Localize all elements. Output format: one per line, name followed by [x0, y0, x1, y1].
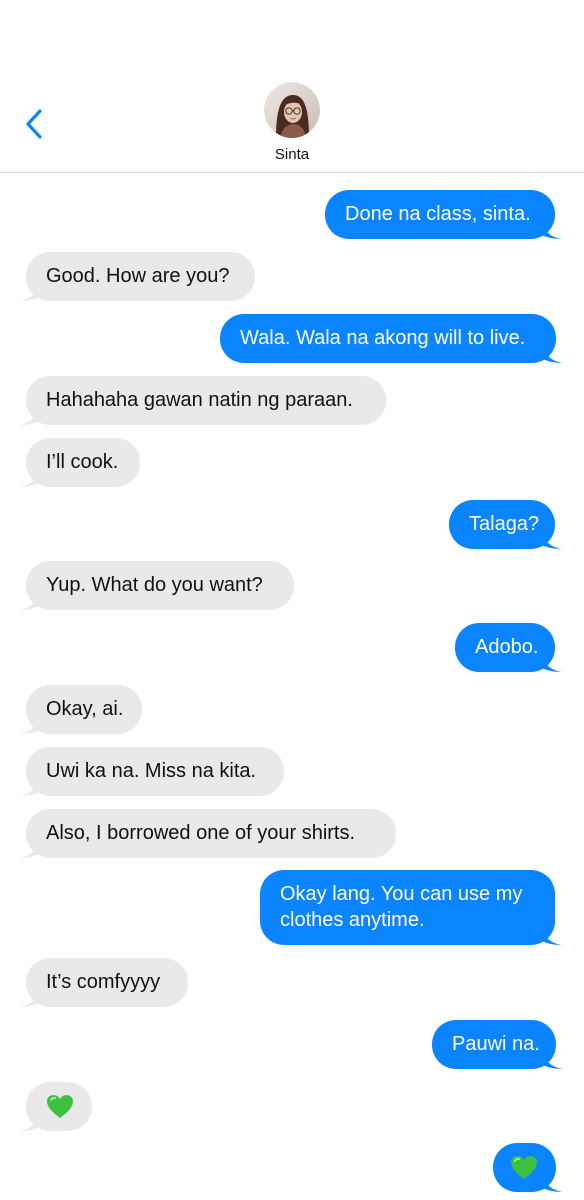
received-message-bubble[interactable]: Okay, ai.	[19, 685, 142, 734]
message-text: Pauwi na.	[452, 1033, 540, 1055]
green-heart-icon	[511, 1156, 537, 1179]
received-message-bubble[interactable]: It’s comfyyyy	[19, 958, 188, 1007]
message-text-line-2: clothes anytime.	[280, 909, 425, 931]
sent-emoji-bubble[interactable]	[493, 1143, 563, 1192]
received-message-bubble[interactable]: Good. How are you?	[19, 252, 255, 301]
message-text: Okay, ai.	[46, 698, 124, 720]
message-text-line-1: Okay lang. You can use my	[280, 883, 523, 905]
received-message-bubble[interactable]: Uwi ka na. Miss na kita.	[19, 747, 284, 796]
sent-message-bubble[interactable]: Adobo.	[455, 623, 562, 672]
green-heart-icon	[47, 1095, 73, 1118]
received-message-bubble[interactable]: Hahahaha gawan natin ng paraan.	[19, 376, 386, 425]
message-text: Good. How are you?	[46, 265, 230, 287]
received-message-bubble[interactable]: Yup. What do you want?	[19, 561, 294, 610]
message-text: Uwi ka na. Miss na kita.	[46, 760, 257, 782]
message-text: Yup. What do you want?	[46, 574, 263, 596]
sent-message-bubble[interactable]: Talaga?	[449, 500, 562, 549]
received-message-bubble[interactable]: I’ll cook.	[19, 438, 140, 487]
message-text: Wala. Wala na akong will to live.	[240, 327, 526, 349]
message-text: Done na class, sinta.	[345, 203, 531, 225]
message-text: Talaga?	[469, 513, 540, 535]
message-text: Adobo.	[475, 636, 539, 658]
sent-message-bubble[interactable]: Okay lang. You can use my clothes anytim…	[260, 870, 562, 945]
sent-message-bubble[interactable]: Pauwi na.	[432, 1020, 563, 1069]
sent-message-bubble[interactable]: Done na class, sinta.	[325, 190, 562, 239]
received-emoji-bubble[interactable]	[19, 1082, 92, 1131]
received-message-bubble[interactable]: Also, I borrowed one of your shirts.	[19, 809, 396, 858]
message-text: Hahahaha gawan natin ng paraan.	[46, 389, 353, 411]
message-text: It’s comfyyyy	[46, 971, 161, 993]
sent-message-bubble[interactable]: Wala. Wala na akong will to live.	[220, 314, 563, 363]
message-text: I’ll cook.	[46, 451, 119, 473]
message-thread: Done na class, sinta. Good. How are you?…	[0, 0, 584, 1200]
message-text: Also, I borrowed one of your shirts.	[46, 822, 356, 844]
